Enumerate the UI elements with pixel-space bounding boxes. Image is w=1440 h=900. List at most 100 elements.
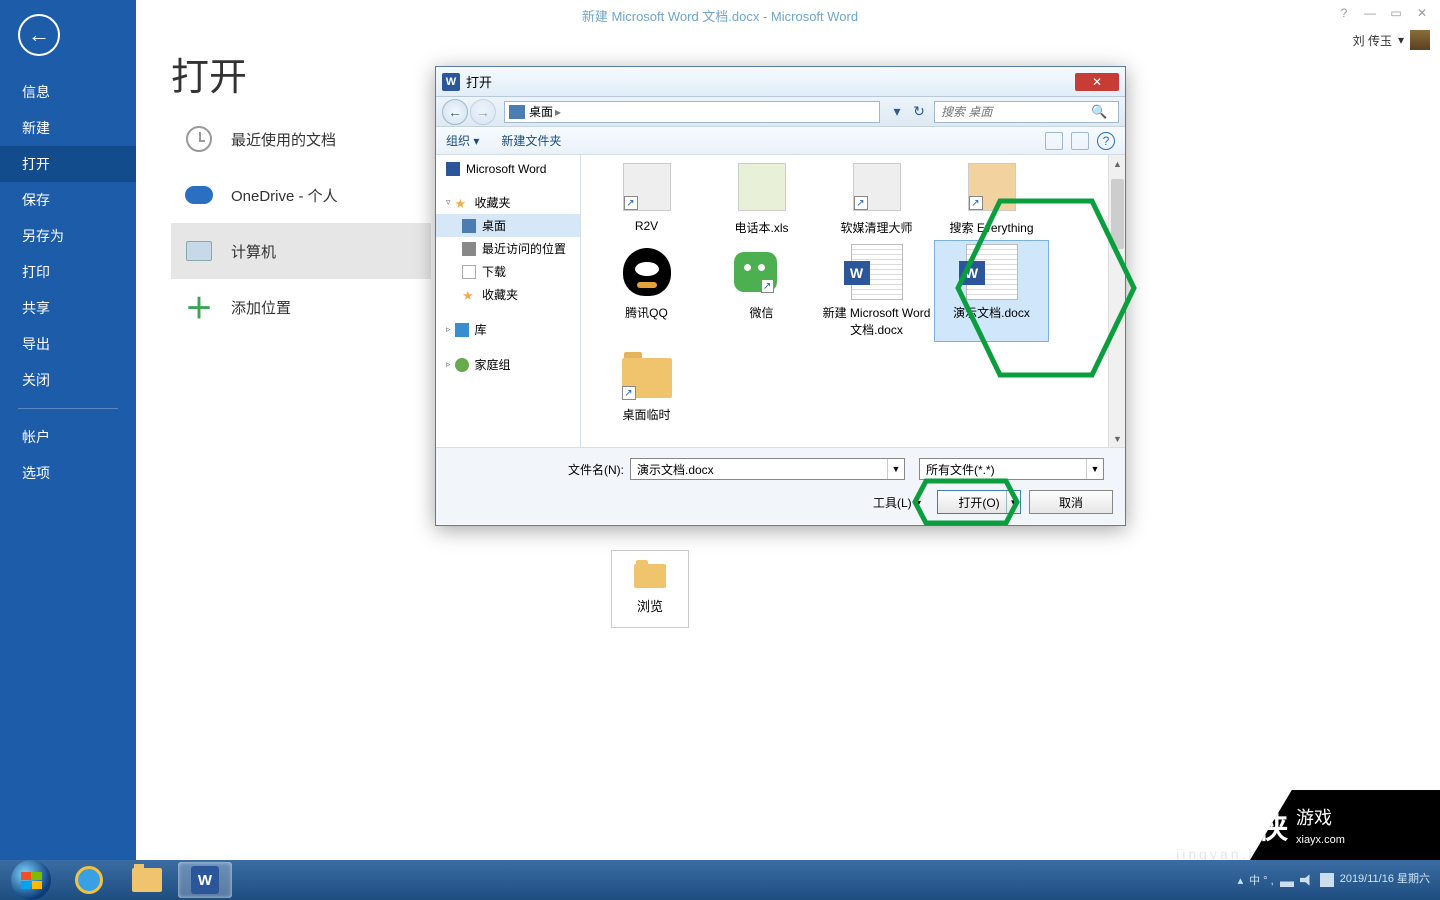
sidebar-export[interactable]: 导出 [0,326,136,362]
ribbon-collapse-icon[interactable]: ▾ [1398,33,1404,47]
start-button[interactable] [4,862,58,898]
search-box[interactable]: 🔍 [934,101,1119,123]
tray-ime[interactable]: 中 ° , [1249,872,1274,888]
qq-icon [623,248,671,296]
sidebar-info[interactable]: 信息 [0,74,136,110]
scrollbar[interactable]: ▲ ▼ [1108,155,1125,447]
tree-word[interactable]: Microsoft Word [436,159,580,179]
folder-icon: ↗ [622,358,672,398]
window-system-buttons: ? — ▭ ✕ [1332,6,1434,20]
avatar [1410,30,1430,50]
location-onedrive-label: OneDrive - 个人 [231,185,338,206]
system-tray[interactable]: ▴ 中 ° , 2019/11/16 星期六 [1238,872,1436,888]
windows-icon [21,872,42,889]
preview-pane-button[interactable] [1071,132,1089,150]
close-button[interactable]: ✕ [1410,6,1434,20]
homegroup-icon [455,358,469,372]
dialog-help-button[interactable]: ? [1097,132,1115,150]
scroll-down-icon[interactable]: ▼ [1109,430,1125,447]
toolbar-organize[interactable]: 组织 ▾ [446,132,479,149]
toolbar-newfolder[interactable]: 新建文件夹 [501,132,561,149]
tree-favorites[interactable]: ★收藏夹 [436,283,580,306]
desktop-icon [462,219,476,233]
breadcrumb-chevron-icon[interactable]: ▸ [555,105,561,119]
taskbar-explorer[interactable] [120,862,174,898]
tree-downloads[interactable]: 下载 [436,260,580,283]
scroll-up-icon[interactable]: ▲ [1109,155,1125,172]
sidebar-open[interactable]: 打开 [0,146,136,182]
search-input[interactable] [941,105,1091,119]
address-dropdown-icon[interactable]: ▾ [886,103,908,120]
tree-recent[interactable]: 最近访问的位置 [436,237,580,260]
open-button[interactable]: 打开(O) ▼ [937,490,1021,514]
dialog-toolbar: 组织 ▾ 新建文件夹 ? [436,127,1125,155]
cancel-button[interactable]: 取消 [1029,490,1113,514]
file-r2v[interactable]: ↗R2V [589,155,704,240]
tree-desktop[interactable]: 桌面 [436,214,580,237]
file-newdoc[interactable]: 新建 Microsoft Word 文档.docx [819,240,934,342]
tray-network-icon[interactable] [1280,873,1294,887]
dialog-close-button[interactable]: ✕ [1075,73,1119,91]
file-desktoptemp[interactable]: ↗桌面临时 [589,342,704,427]
user-account[interactable]: 刘 传玉 ▾ [1353,30,1430,50]
dialog-body: Microsoft Word ▿★收藏夹 桌面 最近访问的位置 下载 ★收藏夹 … [436,155,1125,447]
sidebar-options[interactable]: 选项 [0,455,136,491]
app-icon: ↗ [853,163,901,211]
help-button[interactable]: ? [1332,6,1356,20]
sidebar-share[interactable]: 共享 [0,290,136,326]
minimize-button[interactable]: — [1358,6,1382,20]
word-icon: W [442,73,460,91]
restore-button[interactable]: ▭ [1384,6,1408,20]
sidebar-print[interactable]: 打印 [0,254,136,290]
file-everything[interactable]: ↗搜索 Everything [934,155,1049,240]
sidebar-save[interactable]: 保存 [0,182,136,218]
chevron-down-icon[interactable]: ▼ [887,459,904,479]
chevron-down-icon[interactable]: ▼ [1006,491,1020,513]
tree-libraries[interactable]: ▹库 [436,318,580,341]
tree-homegroup[interactable]: ▹家庭组 [436,353,580,376]
nav-back-button[interactable]: ← [442,99,468,125]
refresh-button[interactable]: ↻ [908,103,930,120]
search-icon[interactable]: 🔍 [1091,104,1107,120]
corner-text1: 游戏 [1296,804,1345,830]
file-qq[interactable]: 腾讯QQ [589,240,704,342]
file-wechat[interactable]: ↗微信 [704,240,819,342]
taskbar-word[interactable]: W [178,862,232,898]
file-demodoc[interactable]: 演示文档.docx [934,240,1049,342]
address-bar[interactable]: 桌面 ▸ [504,101,880,123]
tray-volume-icon[interactable] [1300,873,1314,887]
sidebar-saveas[interactable]: 另存为 [0,218,136,254]
taskbar-ie[interactable] [62,862,116,898]
app-icon: ↗ [968,163,1016,211]
tray-expand-icon[interactable]: ▴ [1238,874,1244,887]
tray-flag-icon[interactable] [1320,873,1334,887]
location-recent[interactable]: 最近使用的文档 [171,111,431,167]
history-icon [462,242,476,256]
sidebar-account[interactable]: 帐户 [0,419,136,455]
tray-date: 2019/11/16 星期六 [1340,873,1430,886]
file-cleaner[interactable]: ↗软媒清理大师 [819,155,934,240]
xls-icon [738,163,786,211]
shortcut-icon: ↗ [622,386,636,400]
filename-value: 演示文档.docx [637,461,714,478]
scroll-thumb[interactable] [1111,179,1124,249]
tray-clock[interactable]: 2019/11/16 星期六 [1340,873,1430,886]
tools-menu[interactable]: 工具(L) ▾ [873,494,921,511]
chevron-down-icon[interactable]: ▼ [1086,459,1103,479]
dialog-titlebar[interactable]: W 打开 ✕ [436,67,1125,97]
tree-favorites-group[interactable]: ▿★收藏夹 [436,191,580,214]
location-computer-label: 计算机 [231,241,276,262]
sidebar-close[interactable]: 关闭 [0,362,136,398]
file-phonebook[interactable]: 电话本.xls [704,155,819,240]
view-mode-button[interactable] [1045,132,1063,150]
shortcut-icon: ↗ [761,279,774,293]
filetype-combo[interactable]: 所有文件(*.*) ▼ [919,458,1104,480]
folder-icon [634,564,666,588]
location-computer[interactable]: 计算机 [171,223,431,279]
filename-combo[interactable]: 演示文档.docx ▼ [630,458,905,480]
nav-forward-button[interactable]: → [470,99,496,125]
sidebar-new[interactable]: 新建 [0,110,136,146]
location-add[interactable]: ＋ 添加位置 [171,279,431,335]
location-onedrive[interactable]: OneDrive - 个人 [171,167,431,223]
browse-tile[interactable]: 浏览 [611,550,689,628]
